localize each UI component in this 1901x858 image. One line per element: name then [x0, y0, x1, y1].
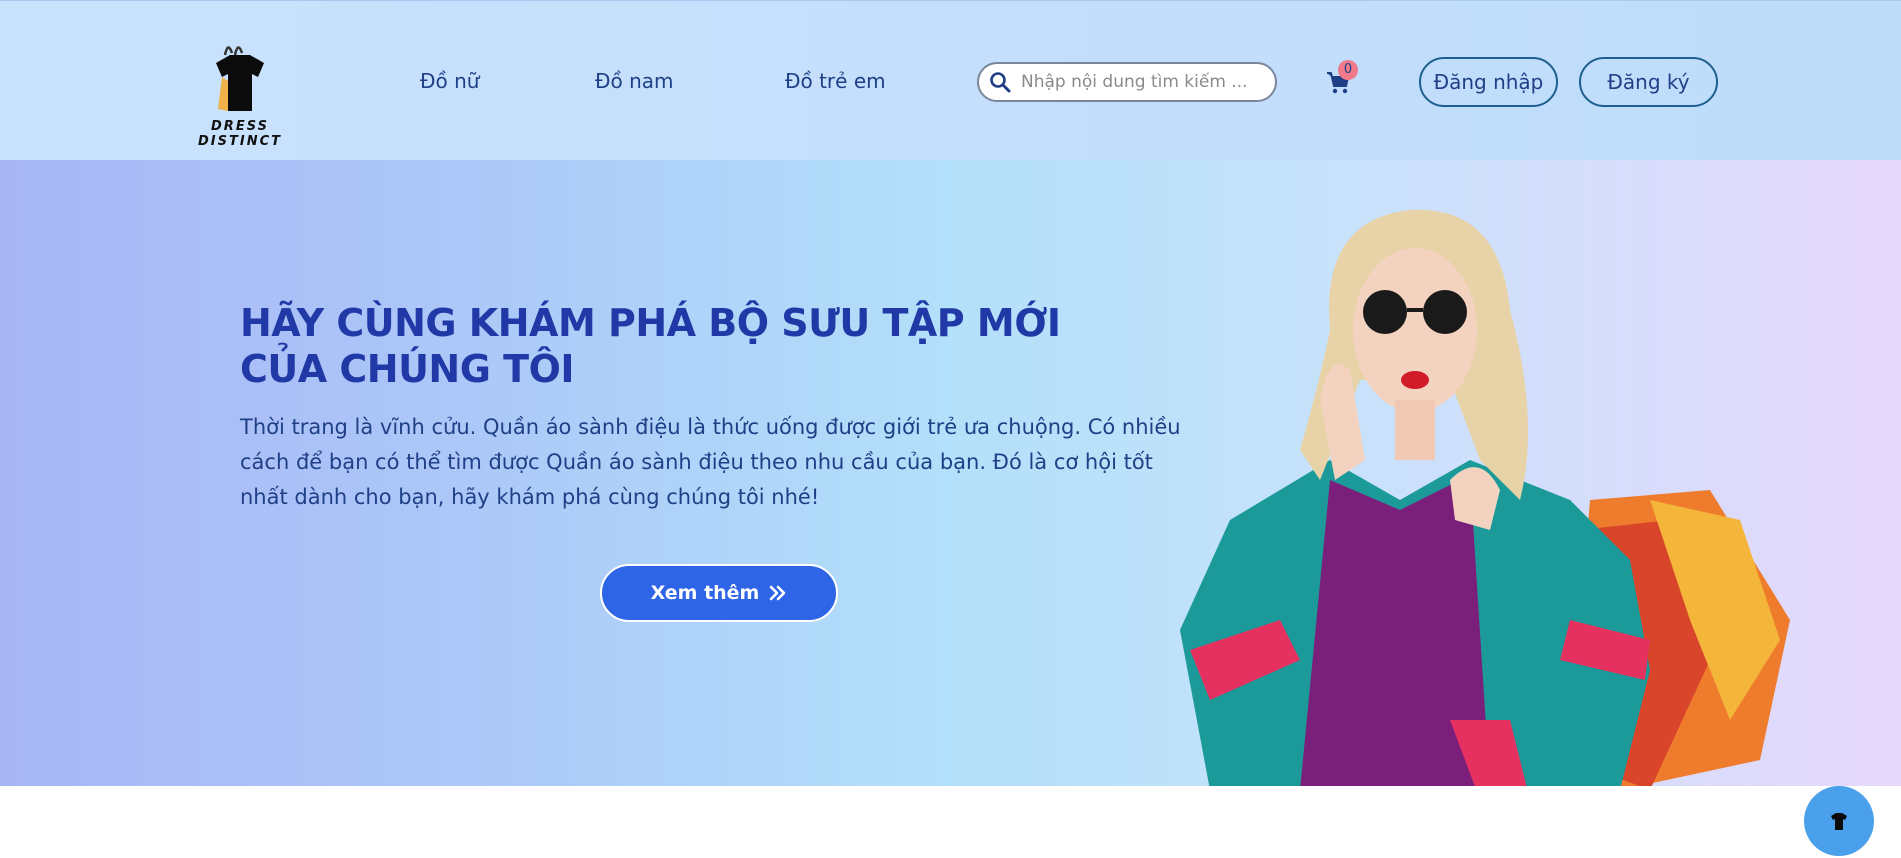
nav-womens[interactable]: Đồ nữ — [420, 69, 479, 93]
view-more-button[interactable]: Xem thêm — [600, 564, 838, 622]
hero-title: HÃY CÙNG KHÁM PHÁ BỘ SƯU TẬP MỚI CỦA CHÚ… — [240, 301, 1061, 391]
brand-logo[interactable]: DRESS DISTINCT — [170, 41, 310, 149]
site-header: DRESS DISTINCT Đồ nữ Đồ nam Đồ trẻ em 0 … — [0, 0, 1901, 160]
search-input[interactable] — [1021, 72, 1251, 92]
cart-count-badge: 0 — [1338, 60, 1358, 80]
tshirt-bag-icon — [216, 46, 264, 111]
view-more-label: Xem thêm — [650, 582, 760, 604]
nav-kids[interactable]: Đồ trẻ em — [785, 69, 886, 93]
login-button[interactable]: Đăng nhập — [1419, 57, 1558, 107]
nav-mens[interactable]: Đồ nam — [595, 69, 674, 93]
cart-button[interactable]: 0 — [1325, 60, 1358, 97]
logo-text: DRESS DISTINCT — [198, 119, 282, 149]
chat-float-button[interactable] — [1804, 786, 1874, 856]
hero-banner: HÃY CÙNG KHÁM PHÁ BỘ SƯU TẬP MỚI CỦA CHÚ… — [0, 160, 1901, 786]
search-box — [977, 62, 1277, 102]
double-chevron-right-icon — [770, 585, 786, 601]
logo-icon — [1831, 813, 1847, 830]
search-icon[interactable] — [989, 71, 1011, 93]
register-button[interactable]: Đăng ký — [1579, 57, 1718, 107]
fashion-model-image — [1180, 209, 1790, 786]
hero-description: Thời trang là vĩnh cửu. Quần áo sành điệ… — [240, 415, 1181, 509]
